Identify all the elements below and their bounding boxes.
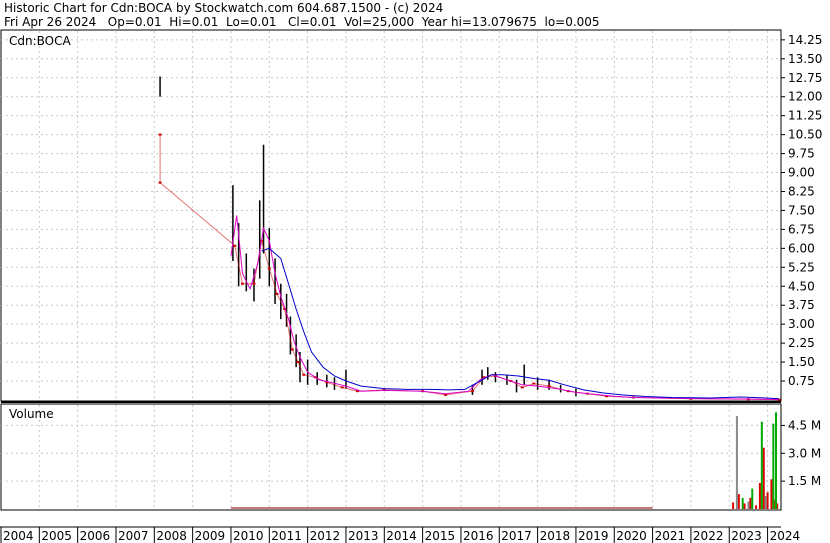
price-tick-label: 10.50 [788, 128, 822, 142]
price-tick-label: 14.25 [788, 33, 822, 47]
year-tick-label: 2013 [348, 529, 379, 543]
year-tick-label: 2007 [118, 529, 149, 543]
price-tick-label: 12.75 [788, 71, 822, 85]
year-tick-label: 2020 [616, 529, 647, 543]
year-tick-label: 2015 [425, 529, 456, 543]
year-tick-label: 2023 [731, 529, 762, 543]
price-tick-label: 12.00 [788, 90, 822, 104]
price-tick-label: 9.00 [788, 166, 815, 180]
volume-tick-label: 4.5 M [788, 418, 821, 432]
year-tick-label: 2024 [770, 529, 801, 543]
year-tick-label: 2014 [386, 529, 417, 543]
price-tick-label: 13.50 [788, 52, 822, 66]
price-tick-label: 1.50 [788, 355, 815, 369]
price-tick-label: 4.50 [788, 279, 815, 293]
price-tick-label: 11.25 [788, 109, 822, 123]
volume-axis-labels: 4.5 M 3.0 M 1.5 M [788, 418, 821, 488]
volume-tick-label: 3.0 M [788, 446, 821, 460]
year-tick-label: 2010 [233, 529, 264, 543]
volume-panel-title: Volume [9, 407, 54, 421]
price-series-layer [158, 76, 781, 401]
stock-chart: 14.25 13.50 12.75 12.00 11.25 10.50 9.75 9.00 8.… [0, 29, 830, 543]
price-tick-label: 8.25 [788, 184, 815, 198]
year-tick-label: 2004 [3, 529, 34, 543]
price-tick-label: 7.50 [788, 203, 815, 217]
year-tick-label: 2017 [501, 529, 532, 543]
year-tick-label: 2006 [80, 529, 111, 543]
year-tick-label: 2011 [271, 529, 302, 543]
price-tick-label: 2.25 [788, 336, 815, 350]
year-tick-label: 2019 [578, 529, 609, 543]
price-tick-label: 0.75 [788, 374, 815, 388]
year-axis-labels: 2004 2005 2006 2007 2008 2009 2010 2011 2012 2013… [0, 527, 801, 543]
year-tick-label: 2008 [156, 529, 187, 543]
volume-tick-label: 1.5 M [788, 474, 821, 488]
price-tick-label: 6.75 [788, 222, 815, 236]
price-axis-labels: 14.25 13.50 12.75 12.00 11.25 10.50 9.75 9.00 8.… [788, 33, 822, 388]
volume-series-layer [230, 412, 779, 509]
year-tick-label: 2018 [540, 529, 571, 543]
year-tick-label: 2005 [41, 529, 72, 543]
short-moving-average-line [230, 215, 780, 400]
year-tick-label: 2021 [655, 529, 686, 543]
price-tick-label: 3.00 [788, 317, 815, 331]
year-tick-label: 2012 [310, 529, 341, 543]
chart-header-quote: Fri Apr 26 2024 Op=0.01 Hi=0.01 Lo=0.01 … [4, 15, 600, 29]
year-tick-label: 2022 [693, 529, 724, 543]
price-panel-frame [0, 29, 782, 402]
long-moving-average-line [261, 247, 780, 400]
price-tick-label: 6.00 [788, 241, 815, 255]
price-gridlines [1, 31, 785, 509]
chart-header-title: Historic Chart for Cdn:BOCA by Stockwatc… [4, 1, 444, 15]
price-tick-label: 5.25 [788, 260, 815, 274]
volume-panel-frame [0, 403, 782, 511]
price-tick-label: 9.75 [788, 147, 815, 161]
price-tick-label: 3.75 [788, 298, 815, 312]
symbol-label: Cdn:BOCA [9, 34, 71, 48]
volume-gridlines [1, 424, 785, 482]
year-tick-label: 2016 [463, 529, 494, 543]
year-tick-label: 2009 [195, 529, 226, 543]
